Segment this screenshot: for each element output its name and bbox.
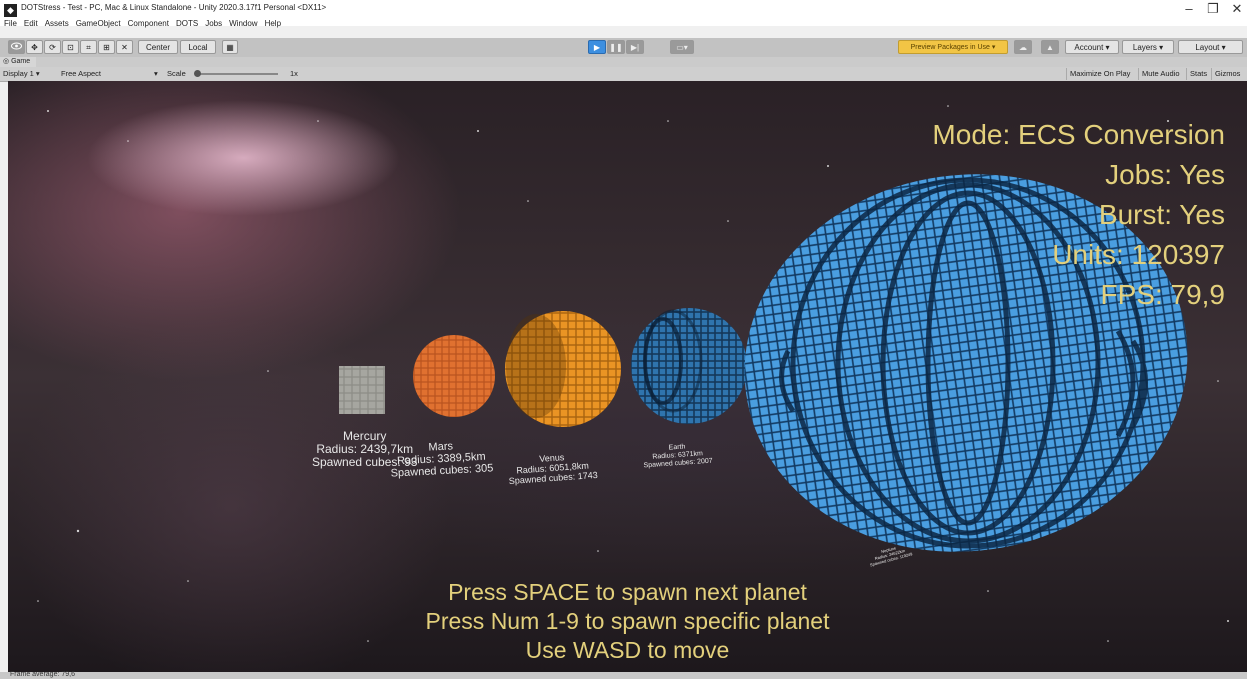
step-icon: ▶| xyxy=(630,43,640,52)
menu-edit[interactable]: Edit xyxy=(20,17,41,28)
menu-window[interactable]: Window xyxy=(225,17,260,28)
gamepad-icon: ◎ xyxy=(3,58,12,65)
pivot-center-button[interactable]: Center xyxy=(138,40,178,54)
scale-label: Scale xyxy=(167,69,186,78)
scale-icon: ⊡ xyxy=(67,43,74,52)
hud-mode: Mode: ECS Conversion xyxy=(932,119,1225,150)
grid-snap-button[interactable]: ▦ xyxy=(222,40,238,54)
transform-icon: ⊞ xyxy=(103,43,110,52)
play-icon: ▶ xyxy=(593,43,601,52)
eye-icon xyxy=(11,42,22,50)
menu-component[interactable]: Component xyxy=(124,17,172,28)
custom-tool-button[interactable]: ✕ xyxy=(116,40,133,54)
scale-tool-button[interactable]: ⊡ xyxy=(62,40,79,54)
menu-assets[interactable]: Assets xyxy=(41,17,72,28)
center-label: Center xyxy=(145,43,170,52)
tools-icon: ✕ xyxy=(121,43,128,52)
window-title: DOTStress - Test - PC, Mac & Linux Stand… xyxy=(21,3,327,12)
scale-value: 1x xyxy=(290,69,298,78)
aspect-dropdown-arrow[interactable]: ▾ xyxy=(154,69,158,78)
label-venus: Venus Radius: 6051,8km Spawned cubes: 17… xyxy=(507,450,598,486)
rect-icon: ⌗ xyxy=(86,43,91,52)
gizmos-toggle[interactable]: Gizmos xyxy=(1211,68,1243,80)
layers-dropdown[interactable]: Layers ▾ xyxy=(1122,40,1174,54)
upload-icon: ▲ xyxy=(1046,43,1054,52)
tab-game-label: Game xyxy=(11,58,31,65)
status-bar: Frame average: 79,6 xyxy=(0,671,1247,679)
mute-audio-toggle[interactable]: Mute Audio xyxy=(1138,68,1183,80)
layers-label: Layers ▾ xyxy=(1132,43,1164,52)
layout-icon: ▭▾ xyxy=(676,43,688,52)
planet-venus xyxy=(505,311,621,427)
maximize-on-play-toggle[interactable]: Maximize On Play xyxy=(1066,68,1133,80)
transform-tool-button[interactable]: ⊞ xyxy=(98,40,115,54)
label-mars: Mars Radius: 3389,5km Spawned cubes: 305 xyxy=(389,438,493,479)
cloud-icon: ☁ xyxy=(1019,43,1027,52)
main-toolbar: ✥ ⟳ ⊡ ⌗ ⊞ ✕ Center Local ▦ ▶ ❚❚ ▶| ▭▾ Pr… xyxy=(0,38,1247,58)
grid-icon: ▦ xyxy=(226,43,234,52)
menu-dots[interactable]: DOTS xyxy=(172,17,201,28)
rotate-icon: ⟳ xyxy=(49,43,56,52)
instruction-move: Use WASD to move xyxy=(525,637,730,663)
collab-button[interactable]: ▭▾ xyxy=(670,40,694,54)
layout-dropdown[interactable]: Layout ▾ xyxy=(1178,40,1243,54)
tab-game[interactable]: ◎ Game xyxy=(0,57,37,67)
preview-label: Preview Packages in Use ▾ xyxy=(910,44,996,51)
rotate-tool-button[interactable]: ⟳ xyxy=(44,40,61,54)
window-titlebar: ◆ DOTStress - Test - PC, Mac & Linux Sta… xyxy=(0,0,1247,28)
pause-button[interactable]: ❚❚ xyxy=(607,40,625,54)
hud-fps: FPS: 79,9 xyxy=(1100,279,1225,310)
play-button[interactable]: ▶ xyxy=(588,40,606,54)
services-button[interactable]: ☁ xyxy=(1014,40,1032,54)
local-label: Local xyxy=(188,43,208,52)
view-tool-button[interactable] xyxy=(8,40,25,54)
pause-icon: ❚❚ xyxy=(609,43,623,52)
rect-tool-button[interactable]: ⌗ xyxy=(80,40,97,54)
planet-earth xyxy=(631,308,747,424)
menu-file[interactable]: File xyxy=(0,17,20,28)
preview-packages-button[interactable]: Preview Packages in Use ▾ xyxy=(898,40,1008,54)
layout-label: Layout ▾ xyxy=(1195,43,1226,52)
menu-help[interactable]: Help xyxy=(261,17,284,28)
game-view-toolbar: Display 1 ▾ Free Aspect ▾ Scale 1x Maxim… xyxy=(0,67,1247,82)
hud-jobs: Jobs: Yes xyxy=(1105,159,1225,190)
account-label: Account ▾ xyxy=(1074,43,1110,52)
collab-cloud-button[interactable]: ▲ xyxy=(1041,40,1059,54)
status-text: Frame average: 79,6 xyxy=(10,671,75,678)
hud-units: Units: 120397 xyxy=(1052,239,1225,270)
stats-toggle[interactable]: Stats xyxy=(1186,68,1210,80)
account-dropdown[interactable]: Account ▾ xyxy=(1065,40,1119,54)
instruction-spawn-next: Press SPACE to spawn next planet xyxy=(448,579,807,605)
scale-slider-track[interactable] xyxy=(198,73,278,75)
menu-gameobject[interactable]: GameObject xyxy=(72,17,124,28)
aspect-dropdown[interactable]: Free Aspect xyxy=(61,69,101,78)
menu-bar: File Edit Assets GameObject Component DOTS Job… xyxy=(0,13,1247,28)
move-icon: ✥ xyxy=(31,43,38,52)
hud-burst: Burst: Yes xyxy=(1098,199,1225,230)
label-earth: Earth Radius: 6371km Spawned cubes: 2007 xyxy=(642,442,713,471)
scale-slider-handle[interactable] xyxy=(194,70,201,77)
menu-jobs[interactable]: Jobs xyxy=(201,17,225,28)
move-tool-button[interactable]: ✥ xyxy=(26,40,43,54)
pivot-local-button[interactable]: Local xyxy=(180,40,216,54)
planet-mars xyxy=(413,335,495,417)
step-button[interactable]: ▶| xyxy=(626,40,644,54)
display-dropdown[interactable]: Display 1 ▾ xyxy=(3,69,40,78)
planet-mercury xyxy=(339,366,385,414)
instruction-spawn-specific: Press Num 1-9 to spawn specific planet xyxy=(425,608,830,634)
game-tab-row: ◎ Game xyxy=(0,57,1247,67)
game-viewport[interactable]: Mode: ECS Conversion Jobs: Yes Burst: Ye… xyxy=(8,81,1247,672)
